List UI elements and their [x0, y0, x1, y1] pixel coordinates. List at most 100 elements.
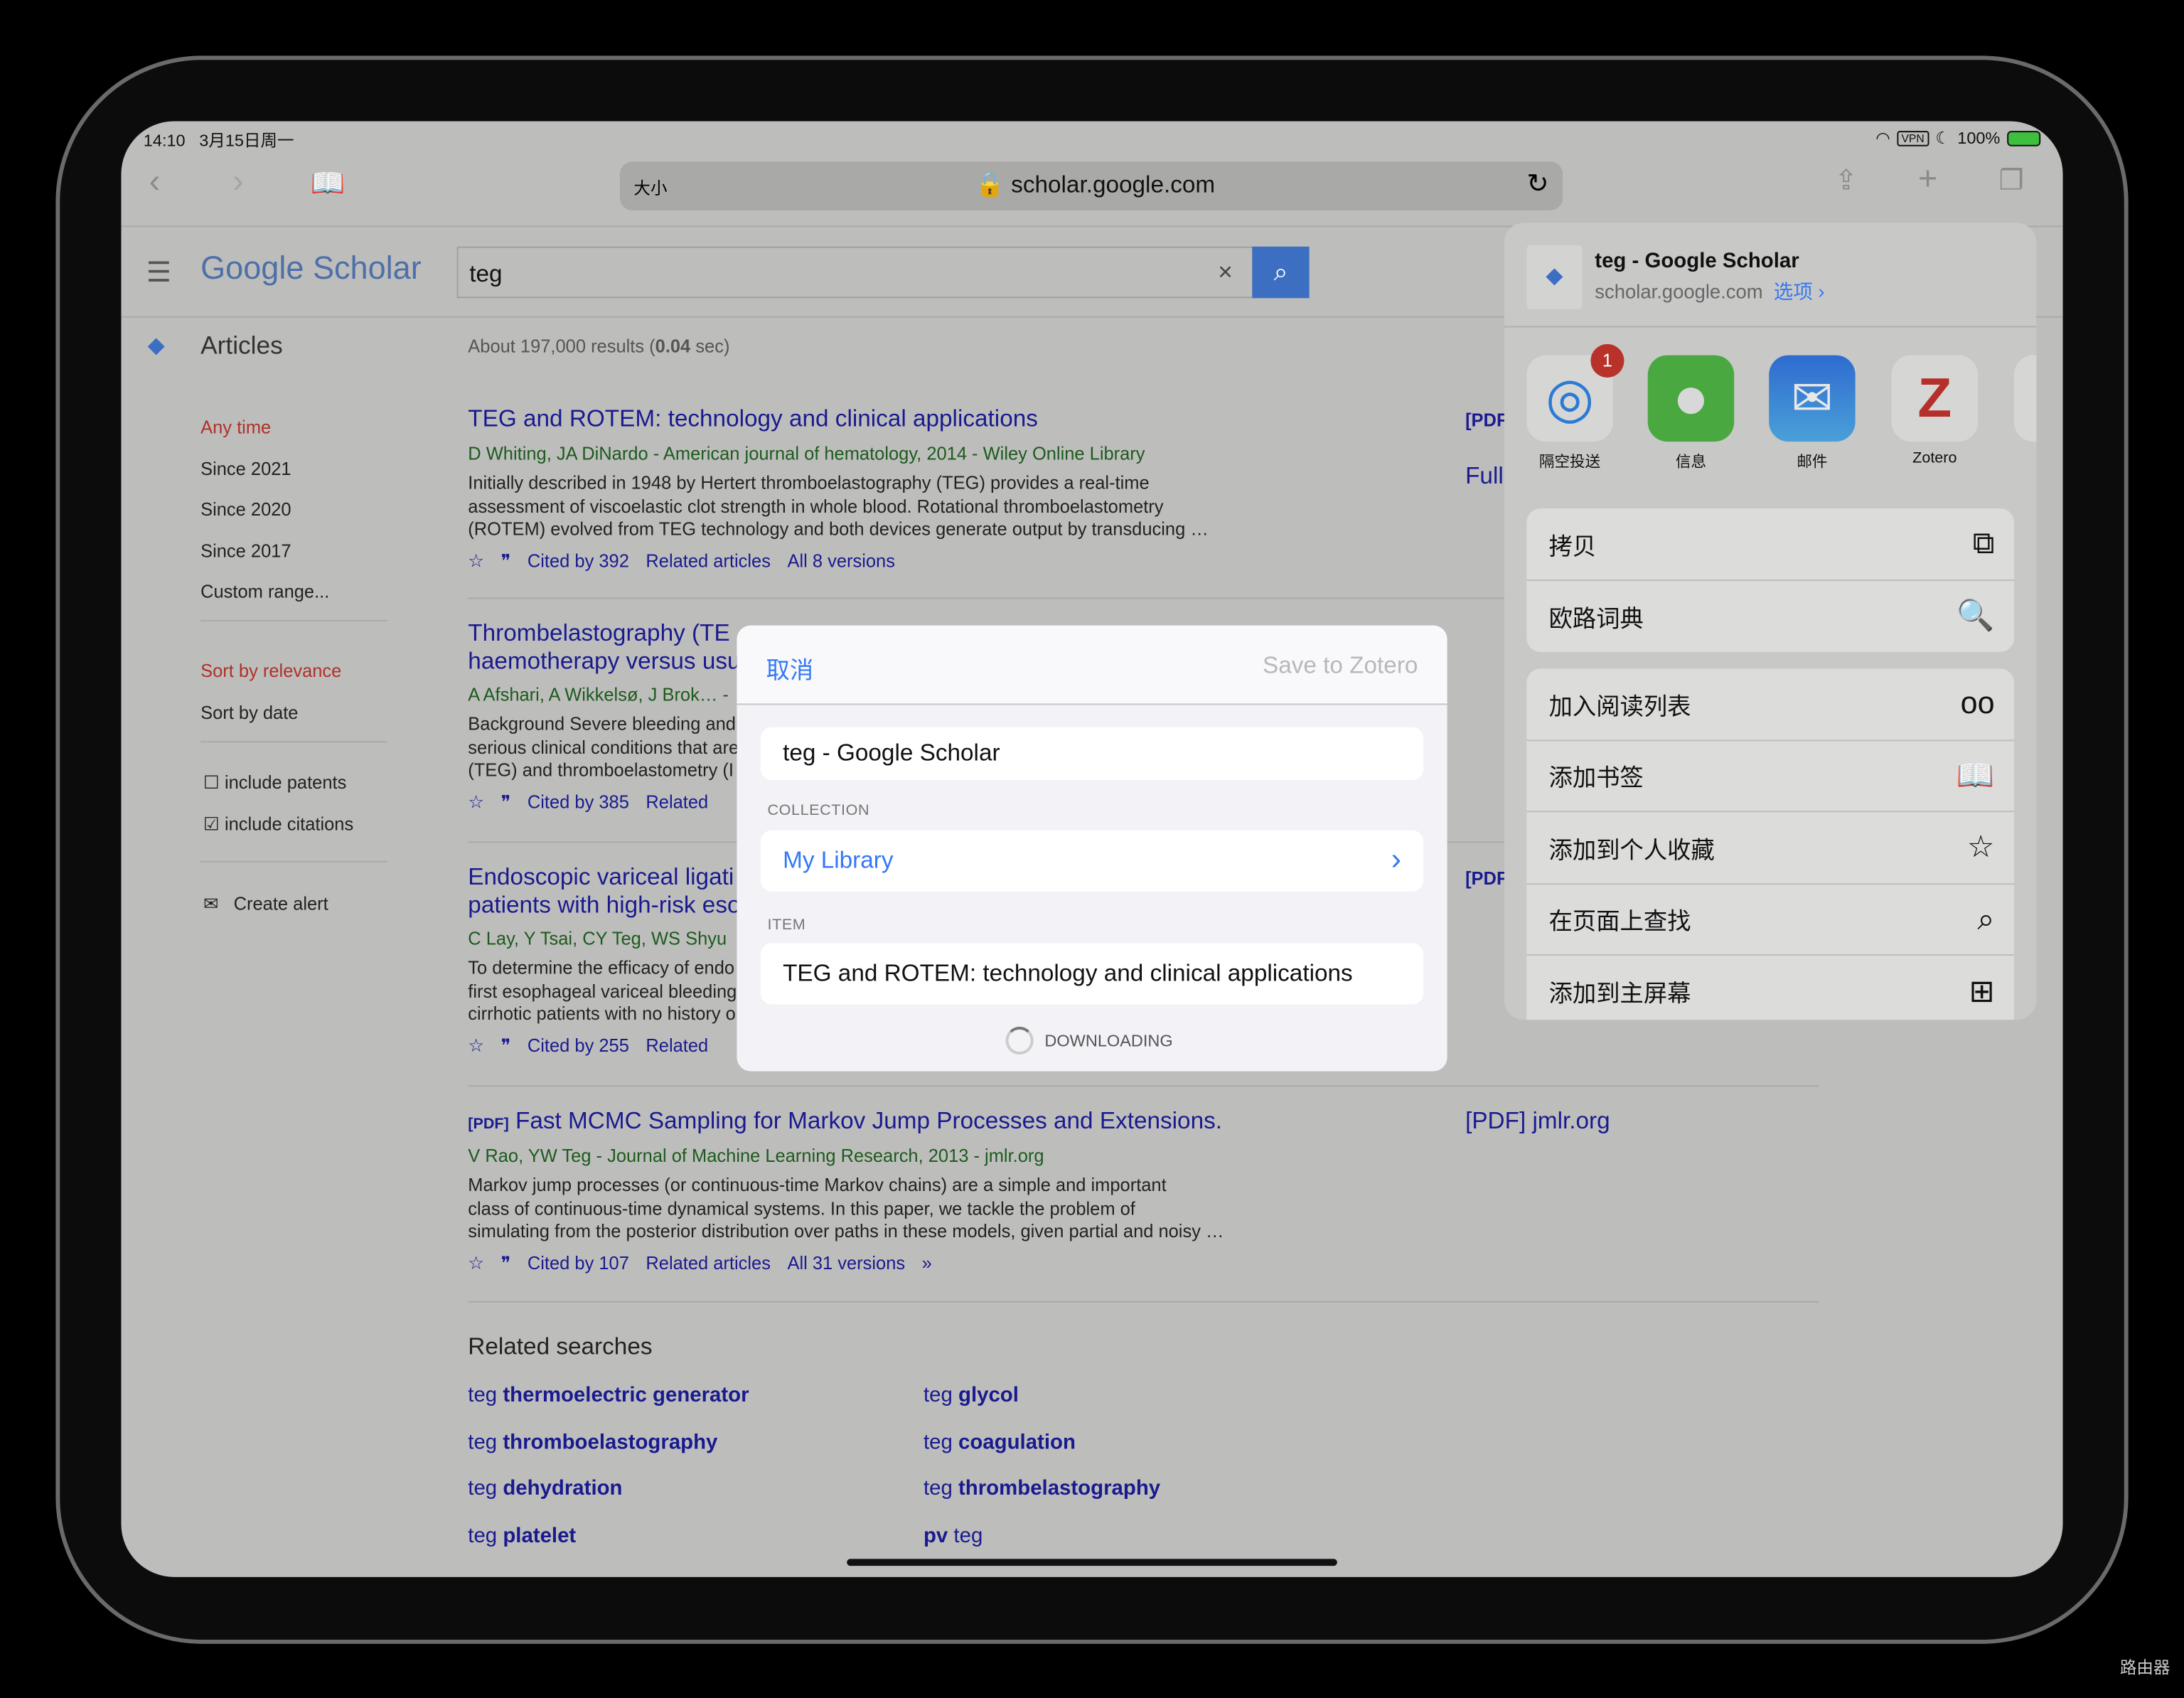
result-title[interactable]: [PDF] Fast MCMC Sampling for Markov Jump… — [468, 1108, 1442, 1136]
action-find-on-page[interactable]: 在页面上查找 ⌕ — [1526, 884, 2015, 956]
filter-custom-range[interactable]: Custom range... — [200, 572, 329, 613]
filter-since-2020[interactable]: Since 2020 — [200, 489, 329, 530]
related-prefix: teg — [923, 1383, 958, 1407]
search-icon: ⌕ — [1273, 257, 1288, 286]
text-size-button[interactable]: 大小 — [633, 176, 667, 199]
result-title[interactable]: Endoscopic variceal ligati — [468, 864, 740, 892]
back-icon[interactable]: ‹ — [149, 163, 161, 202]
section-articles[interactable]: Articles — [200, 331, 283, 361]
collection-label: COLLECTION — [767, 802, 870, 820]
related-link[interactable]: Related articles — [646, 1251, 771, 1272]
cited-by-link[interactable]: Cited by 107 — [528, 1251, 629, 1272]
results-suffix: sec) — [690, 336, 730, 357]
search-input[interactable]: teg × — [456, 246, 1254, 299]
share-domain: scholar.google.com — [1595, 279, 1763, 303]
create-alert-label: Create alert — [233, 892, 328, 914]
cited-by-link[interactable]: Cited by 385 — [528, 791, 629, 811]
reload-icon[interactable]: ↻ — [1526, 169, 1548, 201]
related-link[interactable]: Related — [646, 791, 708, 811]
star-icon[interactable]: ☆ — [468, 791, 484, 811]
chevron-right-icon: › — [1391, 841, 1401, 877]
app-airdrop[interactable]: ◎ 1 隔空投送 — [1526, 343, 1624, 473]
related-search[interactable]: teg thromboelastography — [468, 1430, 924, 1453]
related-search[interactable]: teg coagulation — [924, 1430, 1304, 1453]
share-title: teg - Google Scholar — [1595, 249, 1799, 274]
tabs-icon[interactable]: ❐ — [1998, 163, 2023, 198]
more-icon[interactable]: » — [922, 1251, 932, 1272]
cancel-button[interactable]: 取消 — [766, 651, 814, 685]
action-label: 添加书签 — [1548, 765, 1644, 792]
save-to-zotero-button[interactable]: Save to Zotero — [1263, 652, 1418, 680]
cite-icon[interactable]: ❞ — [501, 1035, 511, 1055]
related-prefix: teg — [468, 1476, 503, 1501]
star-icon[interactable]: ☆ — [468, 550, 484, 570]
create-alert[interactable]: ✉ Create alert — [203, 893, 328, 915]
related-link[interactable]: Related articles — [646, 550, 771, 570]
new-tab-icon[interactable]: + — [1918, 160, 1937, 199]
filter-any-time[interactable]: Any time — [200, 407, 329, 448]
versions-link[interactable]: All 31 versions — [787, 1251, 905, 1272]
sort-relevance[interactable]: Sort by relevance — [200, 651, 341, 692]
app-mail[interactable]: ✉ 邮件 — [1769, 355, 1856, 473]
app-label: Zotero — [1912, 449, 1957, 467]
action-copy[interactable]: 拷贝 ⧉ — [1526, 508, 2015, 581]
sort-date[interactable]: Sort by date — [200, 692, 341, 733]
search-button[interactable]: ⌕ — [1252, 246, 1310, 299]
action-label: 添加到个人收藏 — [1548, 836, 1715, 864]
app-more[interactable] — [2014, 355, 2037, 450]
scholar-cap-icon: ◆ — [147, 334, 165, 358]
result-title-cont[interactable]: patients with high-risk eso — [468, 892, 740, 919]
related-search[interactable]: pv teg — [924, 1523, 1304, 1547]
action-bookmark[interactable]: 添加书签 📖 — [1526, 740, 2015, 813]
address-bar[interactable]: 大小 🔒 scholar.google.com ↻ — [619, 161, 1563, 210]
result-title-cont[interactable]: haemotherapy versus usu — [468, 648, 740, 676]
action-favorites[interactable]: 添加到个人收藏 ☆ — [1526, 812, 2015, 885]
result-snippet: Background Severe bleeding and serious cl… — [468, 713, 740, 782]
home-indicator[interactable] — [847, 1559, 1337, 1566]
cite-icon[interactable]: ❞ — [501, 791, 511, 811]
pdf-link[interactable]: [PDF — [1465, 868, 1507, 889]
menu-icon[interactable]: ☰ — [146, 255, 171, 290]
related-search[interactable]: teg dehydration — [468, 1477, 924, 1500]
related-searches-heading: Related searches — [468, 1333, 653, 1360]
results-count: About 197,000 results (0.04 sec) — [468, 336, 729, 356]
title-field[interactable]: teg - Google Scholar — [760, 727, 1424, 781]
related-link[interactable]: Related — [646, 1035, 708, 1055]
include-citations[interactable]: ☑ include citations — [203, 813, 353, 835]
action-add-to-home[interactable]: 添加到主屏幕 ⊞ — [1526, 956, 2014, 1020]
options-link[interactable]: 选项 › — [1774, 280, 1825, 302]
share-icon[interactable]: ⇪ — [1834, 163, 1858, 198]
forward-icon[interactable]: › — [232, 163, 244, 202]
bookmarks-icon[interactable]: 📖 — [311, 166, 346, 201]
include-patents[interactable]: ☐ include patents — [203, 771, 346, 794]
star-icon[interactable]: ☆ — [468, 1251, 484, 1272]
filter-since-2017[interactable]: Since 2017 — [200, 530, 329, 572]
related-search[interactable]: teg glycol — [924, 1383, 1304, 1406]
action-reading-list[interactable]: 加入阅读列表 oo — [1526, 668, 2015, 741]
versions-link[interactable]: All 8 versions — [787, 550, 894, 570]
cite-icon[interactable]: ❞ — [501, 1251, 511, 1272]
star-icon[interactable]: ☆ — [468, 1035, 484, 1055]
wifi-icon: ◠ — [1875, 128, 1890, 148]
app-zotero[interactable]: Z Zotero — [1891, 355, 1979, 467]
related-search[interactable]: teg thrombelastography — [924, 1477, 1304, 1500]
zotero-icon: Z — [1891, 355, 1979, 442]
related-search[interactable]: teg platelet — [468, 1523, 924, 1547]
pdf-link[interactable]: [PDF] jmlr.org — [1465, 1108, 1610, 1136]
result-title[interactable]: Thrombelastography (TE — [468, 620, 740, 648]
collection-selector[interactable]: My Library › — [760, 830, 1424, 892]
filter-since-2021[interactable]: Since 2021 — [200, 448, 329, 489]
cited-by-link[interactable]: Cited by 392 — [528, 550, 629, 570]
related-search[interactable]: teg thermoelectric generator — [468, 1383, 924, 1406]
google-scholar-logo[interactable]: Google Scholar — [200, 250, 422, 287]
clear-icon[interactable]: × — [1218, 257, 1233, 287]
snippet-line: Markov jump processes (or continuous-tim… — [468, 1174, 1167, 1195]
cite-icon[interactable]: ❞ — [501, 550, 511, 570]
snippet-line: Background Severe bleeding and — [468, 713, 736, 735]
full-text-link[interactable]: Full — [1465, 462, 1504, 490]
pdf-link[interactable]: [PDF — [1465, 410, 1507, 430]
cited-by-link[interactable]: Cited by 255 — [528, 1035, 629, 1055]
moon-icon: ☾ — [1935, 128, 1951, 148]
action-eudic[interactable]: 欧路词典 🔍 — [1526, 580, 2014, 652]
app-messages[interactable]: ● 信息 — [1647, 355, 1735, 473]
